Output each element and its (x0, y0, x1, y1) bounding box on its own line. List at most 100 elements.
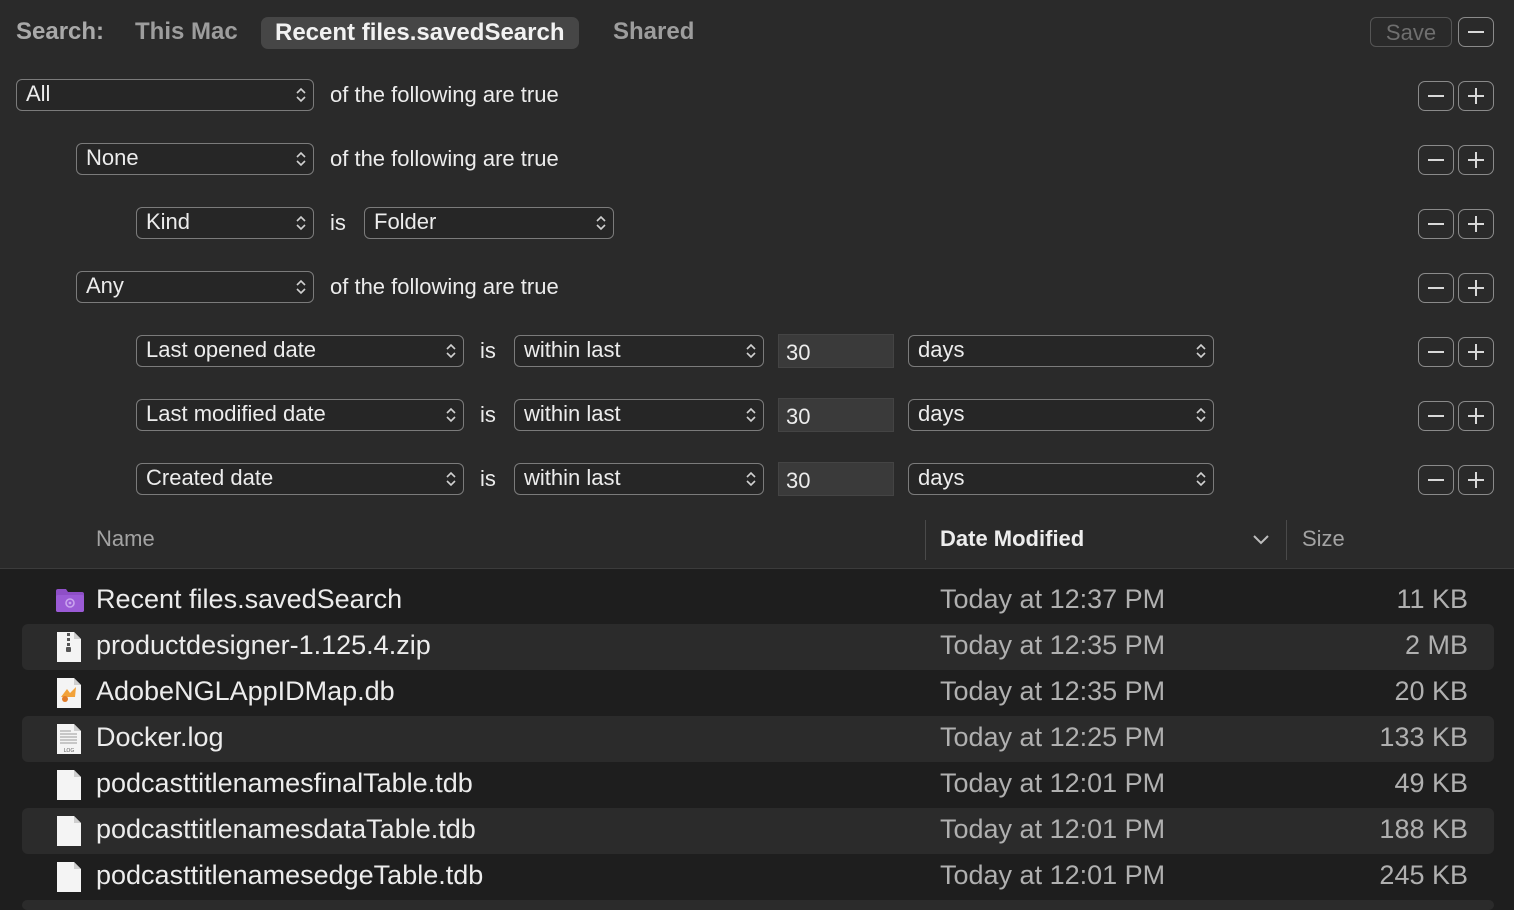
plus-icon (1468, 88, 1484, 104)
plus-icon (1468, 152, 1484, 168)
attribute-popup[interactable]: Last opened date (136, 335, 464, 367)
list-item[interactable] (22, 900, 1494, 910)
file-name: podcasttitlenamesdataTable.tdb (96, 814, 476, 844)
list-item[interactable]: Recent files.savedSearch Today at 12:37 … (22, 578, 1494, 624)
is-label: is (480, 402, 496, 427)
add-criteria-button[interactable] (1458, 273, 1494, 303)
file-name: Docker.log (96, 722, 224, 752)
match-any-popup[interactable]: Any (76, 271, 314, 303)
popup-value: within last (524, 401, 621, 426)
remove-criteria-button[interactable] (1418, 337, 1454, 367)
is-label: is (330, 210, 346, 235)
value-field[interactable]: 30 (778, 334, 894, 368)
column-header-name[interactable]: Name (96, 526, 155, 552)
file-size: 11 KB (1396, 584, 1468, 614)
list-item[interactable]: AdobeNGLAppIDMap.db Today at 12:35 PM 20… (22, 670, 1494, 716)
operator-popup[interactable]: within last (514, 399, 764, 431)
attribute-popup[interactable]: Created date (136, 463, 464, 495)
remove-search-button[interactable] (1458, 17, 1494, 47)
db-file-icon (57, 678, 81, 708)
unit-popup[interactable]: days (908, 335, 1214, 367)
criteria-row: All of the following are true (0, 64, 1514, 129)
updown-chevron-icon (296, 87, 306, 103)
scope-tab-shared[interactable]: Shared (613, 18, 694, 46)
zip-file-icon (57, 632, 81, 662)
popup-value: Any (86, 273, 124, 298)
unit-popup[interactable]: days (908, 463, 1214, 495)
list-item[interactable]: productdesigner-1.125.4.zip Today at 12:… (22, 624, 1494, 670)
attribute-popup[interactable]: Last modified date (136, 399, 464, 431)
column-divider (925, 520, 926, 560)
minus-icon (1428, 287, 1444, 289)
list-item[interactable]: podcasttitlenamesdataTable.tdb Today at … (22, 808, 1494, 854)
file-size: 2 MB (1404, 630, 1468, 660)
list-item[interactable]: podcasttitlenamesedgeTable.tdb Today at … (22, 854, 1494, 900)
criteria-row: Kind is Folder (0, 192, 1514, 257)
file-date: Today at 12:37 PM (940, 584, 1166, 614)
popup-value: Created date (146, 465, 274, 490)
remove-criteria-button[interactable] (1418, 465, 1454, 495)
updown-chevron-icon (746, 471, 756, 487)
scope-tab-recent-files[interactable]: Recent files.savedSearch (261, 17, 579, 49)
search-label: Search: (16, 18, 105, 45)
list-item[interactable]: podcasttitlenamesfinalTable.tdb Today at… (22, 762, 1494, 808)
chevron-down-icon[interactable] (1252, 532, 1270, 546)
add-criteria-button[interactable] (1458, 337, 1494, 367)
match-all-popup[interactable]: All (16, 79, 314, 111)
scope-tab-this-mac[interactable]: This Mac (135, 18, 238, 46)
criteria-row: None of the following are true (0, 128, 1514, 193)
add-criteria-button[interactable] (1458, 209, 1494, 239)
column-header-size[interactable]: Size (1302, 526, 1345, 552)
remove-criteria-button[interactable] (1418, 81, 1454, 111)
popup-value: days (918, 465, 965, 490)
add-criteria-button[interactable] (1458, 465, 1494, 495)
criteria-row: Last modified date is within last 30 day… (0, 384, 1514, 449)
column-divider (1286, 520, 1287, 560)
file-date: Today at 12:35 PM (940, 630, 1166, 660)
plus-icon (1468, 280, 1484, 296)
popup-value: All (26, 81, 51, 106)
minus-icon (1428, 415, 1444, 417)
value-text: 30 (786, 340, 811, 365)
attribute-popup[interactable]: Kind (136, 207, 314, 239)
column-header-date-modified[interactable]: Date Modified (940, 526, 1084, 552)
minus-icon (1428, 159, 1444, 161)
file-size: 20 KB (1394, 676, 1468, 706)
file-size: 49 KB (1394, 768, 1468, 798)
file-name: AdobeNGLAppIDMap.db (96, 676, 395, 706)
add-criteria-button[interactable] (1458, 401, 1494, 431)
minus-icon (1468, 31, 1484, 33)
updown-chevron-icon (296, 215, 306, 231)
document-icon (57, 770, 81, 800)
minus-icon (1428, 95, 1444, 97)
updown-chevron-icon (296, 151, 306, 167)
kind-value-popup[interactable]: Folder (364, 207, 614, 239)
plus-icon (1468, 344, 1484, 360)
minus-icon (1428, 479, 1444, 481)
popup-value: Last opened date (146, 337, 317, 362)
remove-criteria-button[interactable] (1418, 145, 1454, 175)
value-field[interactable]: 30 (778, 462, 894, 496)
file-name: Recent files.savedSearch (96, 584, 403, 614)
match-none-popup[interactable]: None (76, 143, 314, 175)
list-item[interactable]: LOG Docker.log Today at 12:25 PM 133 KB (22, 716, 1494, 762)
add-criteria-button[interactable] (1458, 145, 1494, 175)
operator-popup[interactable]: within last (514, 335, 764, 367)
file-size: 188 KB (1379, 814, 1468, 844)
remove-criteria-button[interactable] (1418, 209, 1454, 239)
value-text: 30 (786, 404, 811, 429)
file-name: podcasttitlenamesfinalTable.tdb (96, 768, 473, 798)
updown-chevron-icon (446, 343, 456, 359)
file-date: Today at 12:01 PM (940, 814, 1166, 844)
file-date: Today at 12:25 PM (940, 722, 1166, 752)
add-criteria-button[interactable] (1458, 81, 1494, 111)
remove-criteria-button[interactable] (1418, 273, 1454, 303)
save-button[interactable]: Save (1370, 17, 1452, 47)
unit-popup[interactable]: days (908, 399, 1214, 431)
operator-popup[interactable]: within last (514, 463, 764, 495)
updown-chevron-icon (296, 279, 306, 295)
popup-value: Kind (146, 209, 191, 234)
value-field[interactable]: 30 (778, 398, 894, 432)
remove-criteria-button[interactable] (1418, 401, 1454, 431)
criteria-text: of the following are true (330, 274, 559, 299)
